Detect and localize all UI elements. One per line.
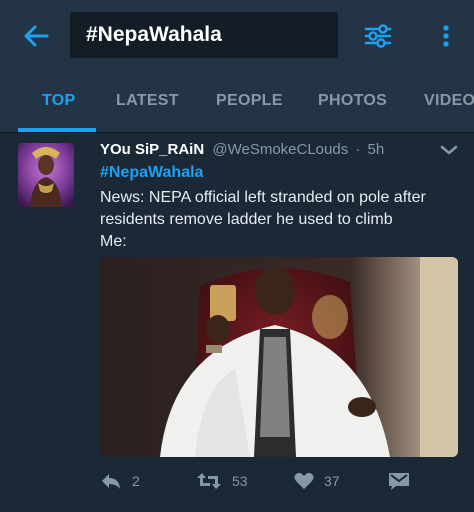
search-tabs: TOP LATEST PEOPLE PHOTOS VIDEOS (0, 70, 474, 132)
like-button[interactable]: 37 (294, 469, 340, 493)
tweet-text: News: NEPA official left stranded on pol… (100, 187, 450, 253)
retweet-count: 53 (232, 473, 248, 489)
heart-icon (294, 472, 314, 489)
retweet-button[interactable]: 53 (196, 469, 248, 493)
avatar-image (18, 143, 74, 207)
more-vertical-icon (443, 25, 449, 47)
tab-top[interactable]: TOP (42, 70, 76, 132)
separator: · (355, 141, 361, 158)
direct-message-icon (389, 473, 409, 490)
search-input[interactable] (86, 23, 326, 47)
avatar[interactable] (18, 143, 74, 207)
filter-button[interactable] (362, 20, 394, 52)
tweet-card[interactable]: YOu SiP_RAiN @WeSmokeCLouds · 5h #NepaWa… (0, 132, 474, 512)
tab-latest[interactable]: LATEST (116, 70, 179, 132)
tweet-text-line: Me: (100, 233, 127, 250)
chevron-down-icon (440, 145, 458, 155)
retweet-icon (197, 473, 221, 489)
hashtag-link[interactable]: #NepaWahala (100, 164, 203, 182)
tweet-menu-button[interactable] (440, 143, 462, 163)
back-button[interactable] (20, 20, 52, 52)
like-count: 37 (324, 473, 340, 489)
top-bar (0, 0, 474, 70)
filter-sliders-icon (364, 24, 392, 48)
tweet-time: 5h (367, 141, 385, 158)
back-arrow-icon (24, 25, 49, 47)
tab-people[interactable]: PEOPLE (216, 70, 283, 132)
tweet-text-line: News: NEPA official left stranded on pol… (100, 189, 426, 228)
display-name[interactable]: YOu SiP_RAiN (100, 141, 204, 158)
direct-message-button[interactable] (388, 469, 410, 493)
user-handle[interactable]: @WeSmokeCLouds (212, 141, 348, 158)
photo-image (100, 257, 458, 457)
reply-button[interactable]: 2 (100, 469, 140, 493)
tweet-photo[interactable] (100, 257, 458, 457)
tweet-actions: 2 53 37 (100, 469, 440, 493)
more-options-button[interactable] (432, 20, 460, 52)
search-box[interactable] (70, 12, 338, 58)
reply-icon (102, 474, 120, 489)
tweet-header: YOu SiP_RAiN @WeSmokeCLouds · 5h (100, 141, 384, 158)
reply-count: 2 (132, 473, 140, 489)
tab-videos[interactable]: VIDEOS (424, 70, 474, 132)
tab-photos[interactable]: PHOTOS (318, 70, 387, 132)
